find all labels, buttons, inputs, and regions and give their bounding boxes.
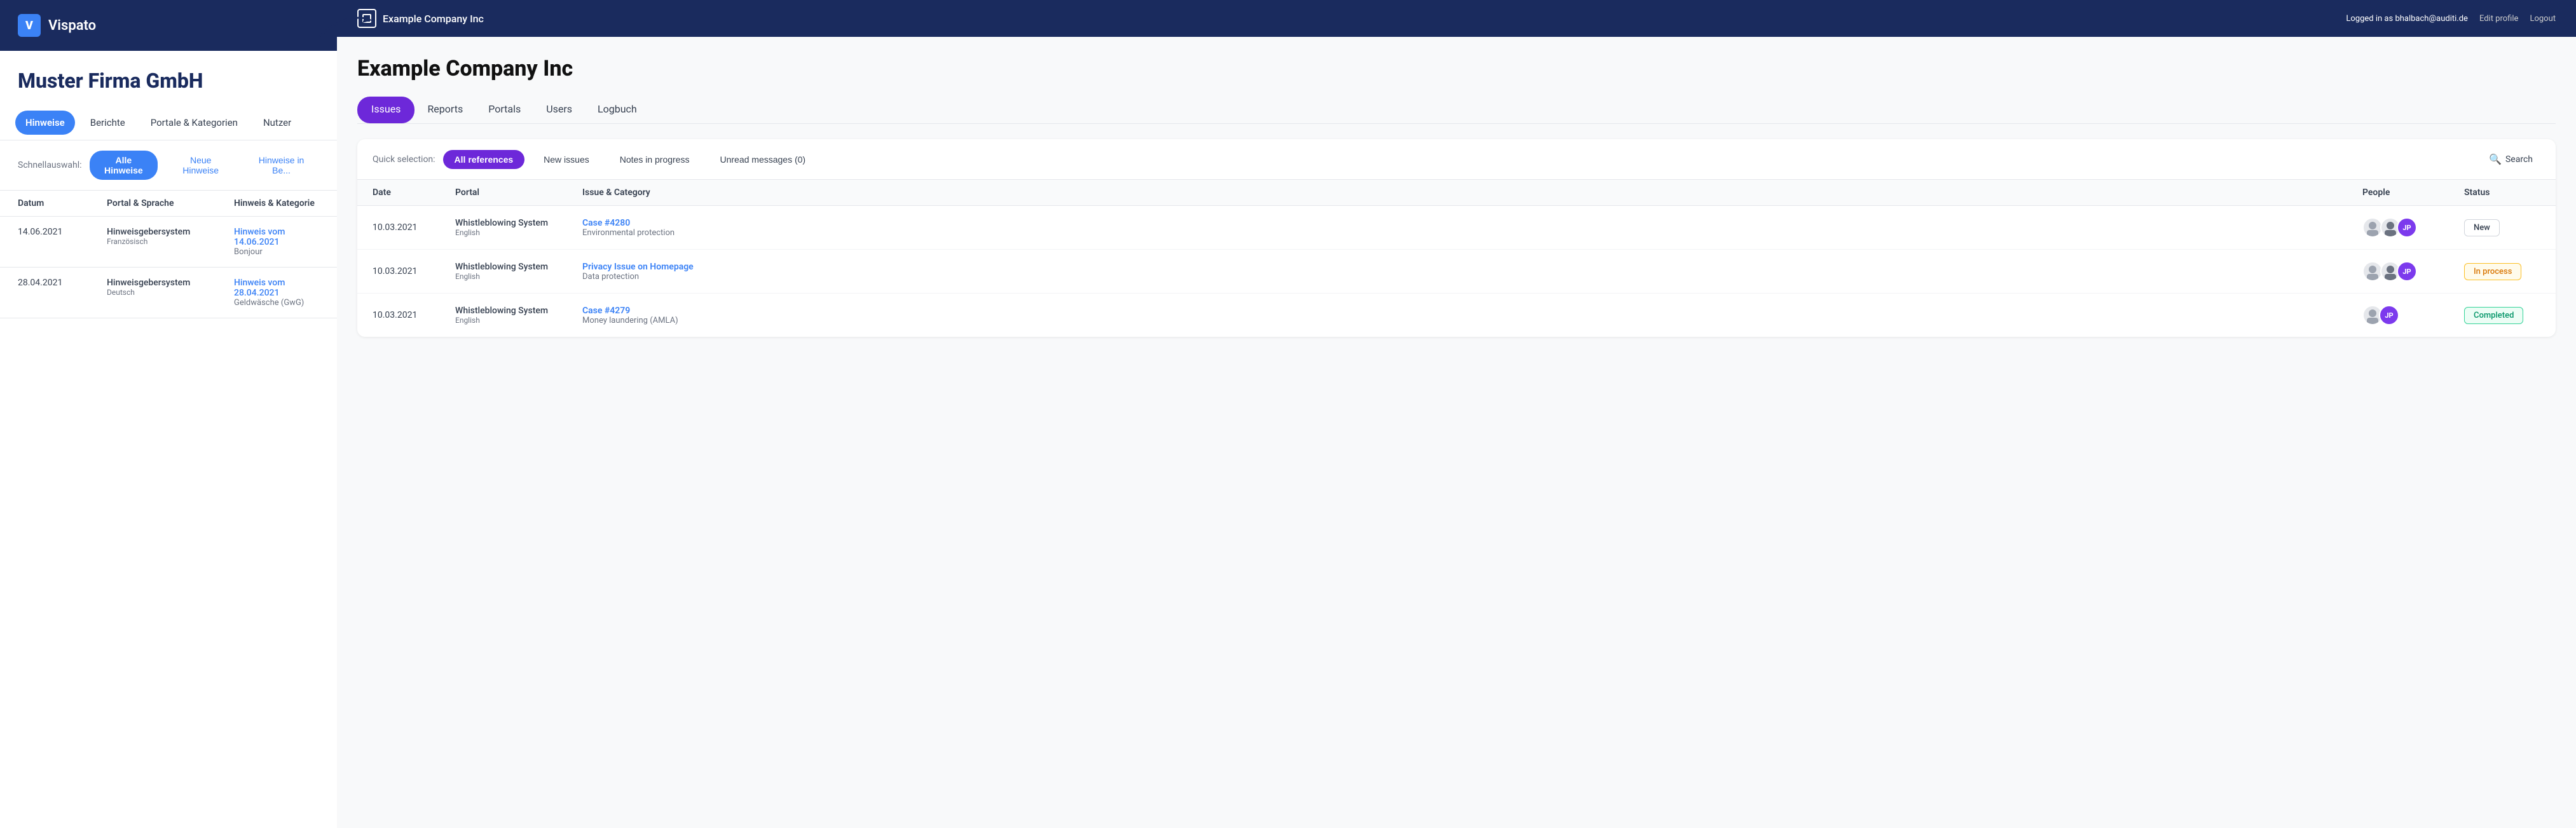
left-header: V Vispato <box>0 0 337 51</box>
search-icon: 🔍 <box>2489 153 2502 165</box>
header-hinweis-kategorie: Hinweis & Kategorie <box>234 198 319 208</box>
issues-row: 10.03.2021 Whistleblowing System English… <box>357 250 2556 294</box>
avatar-1c: JP <box>2397 217 2417 238</box>
issue-date-1: 10.03.2021 <box>373 222 455 233</box>
issues-table: Date Portal Issue & Category People Stat… <box>357 180 2556 337</box>
row2-date: 28.04.2021 <box>18 278 107 308</box>
left-company-title: Muster Firma GmbH <box>0 51 337 105</box>
tab-users[interactable]: Users <box>533 97 585 124</box>
issue-portal-3: Whistleblowing System <box>455 306 582 316</box>
issue-case-link-3[interactable]: Case #4279 <box>582 306 2362 316</box>
vispato-logo: V <box>18 14 41 37</box>
issues-row: 10.03.2021 Whistleblowing System English… <box>357 294 2556 337</box>
schnellauswahl-bar: Schnellauswahl: Alle Hinweise Neue Hinwe… <box>0 140 337 191</box>
topbar-user-info: Logged in as bhalbach@auditi.de <box>2346 14 2468 24</box>
qs-unread-messages[interactable]: Unread messages (0) <box>708 150 817 169</box>
left-nav-hinweise[interactable]: Hinweise <box>15 111 75 135</box>
search-button[interactable]: 🔍 Search <box>2481 149 2540 169</box>
issue-case-link-2[interactable]: Privacy Issue on Homepage <box>582 262 2362 272</box>
people-avatars-2: JP <box>2362 261 2464 282</box>
topbar-links: Logged in as bhalbach@auditi.de Edit pro… <box>2346 14 2556 24</box>
hinweise-in-bear-button[interactable]: Hinweise in Be... <box>243 151 319 180</box>
row1-portal: Hinweisgebersystem <box>107 227 234 237</box>
left-nav-nutzer[interactable]: Nutzer <box>253 111 301 135</box>
row1-date: 14.06.2021 <box>18 227 107 257</box>
right-company-title: Example Company Inc <box>357 56 2556 81</box>
vispato-brand: Vispato <box>48 18 96 34</box>
left-table-row: 14.06.2021 Hinweisgebersystem Französisc… <box>0 217 337 268</box>
issue-date-2: 10.03.2021 <box>373 266 455 276</box>
status-badge-2: In process <box>2464 263 2540 280</box>
issue-case-link-1[interactable]: Case #4280 <box>582 218 2362 228</box>
col-people: People <box>2362 187 2464 198</box>
left-nav: Hinweise Berichte Portale & Kategorien N… <box>0 105 337 140</box>
row2-portal: Hinweisgebersystem <box>107 278 234 288</box>
quick-selection-bar: Quick selection: All references New issu… <box>357 139 2556 180</box>
issues-table-header: Date Portal Issue & Category People Stat… <box>357 180 2556 206</box>
col-portal: Portal <box>455 187 582 198</box>
issue-lang-1: English <box>455 228 582 237</box>
neue-hinweise-button[interactable]: Neue Hinweise <box>165 151 236 180</box>
row1-issue-sub: Bonjour <box>234 247 319 257</box>
row2-lang: Deutsch <box>107 288 234 297</box>
col-issue-category: Issue & Category <box>582 187 2362 198</box>
left-table-row: 28.04.2021 Hinweisgebersystem Deutsch Hi… <box>0 268 337 318</box>
qs-all-references[interactable]: All references <box>443 150 525 169</box>
col-status: Status <box>2464 187 2540 198</box>
logout-link[interactable]: Logout <box>2530 14 2556 24</box>
left-nav-berichte[interactable]: Berichte <box>80 111 135 135</box>
qs-new-issues[interactable]: New issues <box>532 150 601 169</box>
people-avatars-1: JP <box>2362 217 2464 238</box>
tab-logbuch[interactable]: Logbuch <box>585 97 650 124</box>
edit-profile-link[interactable]: Edit profile <box>2479 14 2519 24</box>
left-nav-portale[interactable]: Portale & Kategorien <box>140 111 248 135</box>
people-avatars-3: JP <box>2362 305 2464 325</box>
status-badge-1: New <box>2464 219 2540 236</box>
alle-hinweise-button[interactable]: Alle Hinweise <box>90 151 158 180</box>
issue-portal-1: Whistleblowing System <box>455 218 582 228</box>
issue-category-1: Environmental protection <box>582 228 2362 238</box>
issues-panel: Quick selection: All references New issu… <box>357 139 2556 337</box>
right-nav: Issues Reports Portals Users Logbuch <box>357 97 2556 124</box>
right-content: Example Company Inc Issues Reports Porta… <box>337 37 2576 828</box>
issues-row: 10.03.2021 Whistleblowing System English… <box>357 206 2556 250</box>
left-table: Datum Portal & Sprache Hinweis & Kategor… <box>0 191 337 318</box>
topbar-brand-name: Example Company Inc <box>383 13 484 25</box>
left-panel: V Vispato Muster Firma GmbH Hinweise Ber… <box>0 0 337 828</box>
topbar-brand: Example Company Inc <box>357 9 484 28</box>
left-table-header: Datum Portal & Sprache Hinweis & Kategor… <box>0 191 337 217</box>
header-datum: Datum <box>18 198 107 208</box>
schnellauswahl-label: Schnellauswahl: <box>18 160 82 170</box>
issue-portal-2: Whistleblowing System <box>455 262 582 272</box>
issue-lang-3: English <box>455 316 582 325</box>
issue-category-2: Data protection <box>582 272 2362 282</box>
qs-notes-in-progress[interactable]: Notes in progress <box>608 150 701 169</box>
tab-reports[interactable]: Reports <box>414 97 476 124</box>
issue-date-3: 10.03.2021 <box>373 310 455 320</box>
avatar-3b: JP <box>2379 305 2399 325</box>
tab-portals[interactable]: Portals <box>476 97 533 124</box>
row1-lang: Französisch <box>107 237 234 246</box>
row1-issue-link[interactable]: Hinweis vom 14.06.2021 <box>234 227 319 247</box>
brand-logo-icon <box>357 9 376 28</box>
issue-lang-2: English <box>455 272 582 281</box>
right-panel: Example Company Inc Logged in as bhalbac… <box>337 0 2576 828</box>
quick-selection-label: Quick selection: <box>373 154 435 165</box>
right-topbar: Example Company Inc Logged in as bhalbac… <box>337 0 2576 37</box>
col-date: Date <box>373 187 455 198</box>
row2-issue-link[interactable]: Hinweis vom 28.04.2021 <box>234 278 319 298</box>
avatar-2c: JP <box>2397 261 2417 282</box>
status-badge-3: Completed <box>2464 307 2540 324</box>
tab-issues[interactable]: Issues <box>357 97 414 123</box>
brand-logo-inner <box>362 14 371 23</box>
issue-category-3: Money laundering (AMLA) <box>582 316 2362 325</box>
header-portal-sprache: Portal & Sprache <box>107 198 234 208</box>
row2-issue-sub: Geldwäsche (GwG) <box>234 298 319 308</box>
